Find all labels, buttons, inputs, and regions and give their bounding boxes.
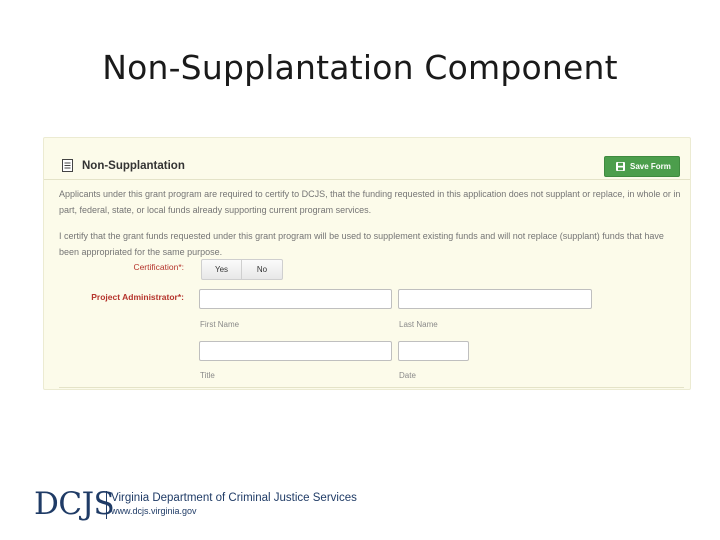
panel-divider: [59, 387, 684, 388]
floppy-disk-icon: [616, 162, 625, 171]
certification-yes-option[interactable]: Yes: [202, 260, 242, 279]
save-form-button[interactable]: Save Form: [604, 156, 680, 177]
last-name-input[interactable]: [398, 289, 592, 309]
panel-title: Non-Supplantation: [82, 160, 185, 172]
document-icon: [62, 159, 73, 172]
save-form-label: Save Form: [630, 162, 671, 171]
organization-url: www.dcjs.virginia.gov: [111, 506, 197, 516]
last-name-hint: Last Name: [399, 320, 438, 329]
title-hint: Title: [200, 371, 215, 380]
first-name-input[interactable]: [199, 289, 392, 309]
certification-no-option[interactable]: No: [242, 260, 282, 279]
date-hint: Date: [399, 371, 416, 380]
certification-toggle: Yes No: [201, 259, 283, 280]
dcjs-logo-mark: DCJS: [34, 486, 115, 522]
supplant-notice: Applicants under this grant program are …: [59, 189, 681, 215]
first-name-hint: First Name: [200, 320, 240, 329]
title-input[interactable]: [199, 341, 392, 361]
organization-name: Virginia Department of Criminal Justice …: [111, 492, 357, 504]
certification-statement: I certify that the grant funds requested…: [59, 231, 664, 257]
slide-title: Non-Supplantation Component: [102, 48, 618, 87]
project-administrator-label: Project Administrator*:: [91, 292, 184, 302]
panel-header: Non-Supplantation Save Form: [44, 138, 690, 180]
logo-divider: [106, 491, 107, 519]
certification-label: Certification*:: [133, 262, 184, 272]
date-input[interactable]: [398, 341, 469, 361]
non-supplantation-panel: Non-Supplantation Save Form Applicants u…: [43, 137, 691, 390]
